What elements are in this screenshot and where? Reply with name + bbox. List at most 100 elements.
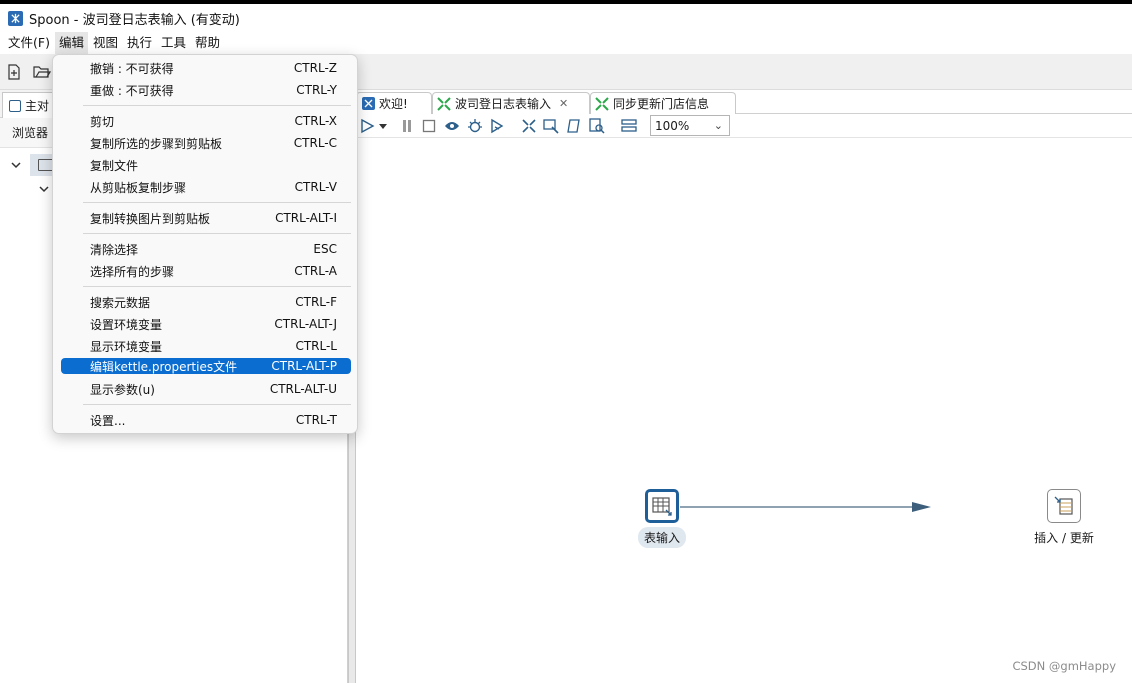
tab-active-label: 波司登日志表输入: [455, 97, 552, 111]
step-insert-update[interactable]: 插入 / 更新: [1024, 489, 1104, 548]
menu-view[interactable]: 视图: [89, 32, 122, 54]
tab-sync-store[interactable]: 同步更新门店信息: [590, 92, 736, 114]
hop-arrow-icon: [912, 502, 931, 512]
menu-separator: [83, 233, 351, 234]
menu-item-shortcut: CTRL-X: [294, 114, 337, 128]
table-input-icon[interactable]: [645, 489, 679, 523]
menu-item-settings[interactable]: 设置... CTRL-T: [61, 410, 351, 430]
search-icon: [9, 99, 21, 112]
menu-item-label: 剪切: [90, 114, 115, 129]
menu-item-edit-kettle-properties[interactable]: 编辑kettle.properties文件 CTRL-ALT-P: [61, 358, 351, 374]
menu-item-set-env[interactable]: 设置环境变量 CTRL-ALT-J: [61, 314, 351, 334]
menu-item-select-all[interactable]: 选择所有的步骤 CTRL-A: [61, 261, 351, 281]
menu-item-paste-steps[interactable]: 从剪贴板复制步骤 CTRL-V: [61, 177, 351, 197]
menu-item-label: 设置环境变量: [90, 317, 163, 332]
menu-item-label: 复制所选的步骤到剪贴板: [90, 136, 223, 151]
menu-item-clear-selection[interactable]: 清除选择 ESC: [61, 239, 351, 259]
chevron-down-icon: ⌄: [713, 119, 723, 132]
title-bar: Spoon - 波司登日志表输入 (有变动): [0, 4, 1132, 32]
menu-help[interactable]: 帮助: [191, 32, 224, 54]
menu-item-show-env[interactable]: 显示环境变量 CTRL-L: [61, 336, 351, 356]
transformation-canvas[interactable]: 表输入 插入 / 更新 CSDN @gmHappy: [356, 138, 1132, 683]
insert-update-icon[interactable]: [1047, 489, 1081, 523]
preview-eye-icon[interactable]: [443, 117, 461, 135]
menu-item-label: 从剪贴板复制步骤: [90, 180, 187, 195]
tab-welcome-label: 欢迎!: [379, 97, 408, 111]
menu-item-label: 设置...: [90, 413, 126, 428]
spoon-app-icon: [8, 10, 23, 26]
menu-item-shortcut: CTRL-Z: [293, 61, 337, 75]
menu-item-label: 编辑kettle.properties文件: [90, 359, 238, 374]
menu-item-shortcut: CTRL-ALT-J: [274, 317, 337, 331]
menu-file[interactable]: 文件(F): [4, 32, 54, 54]
menu-separator: [83, 286, 351, 287]
close-icon[interactable]: ✕: [559, 97, 568, 110]
run-options-chevron-icon[interactable]: [378, 117, 388, 135]
transformation-icon: [437, 96, 451, 111]
tab-main-objects-label: 主对: [25, 99, 50, 113]
menu-item-shortcut: CTRL-C: [293, 136, 337, 150]
tab-sync-label: 同步更新门店信息: [613, 97, 710, 111]
menu-separator: [83, 105, 351, 106]
verify-icon[interactable]: [520, 117, 538, 135]
impact-icon[interactable]: [542, 117, 560, 135]
menu-item-copy-steps[interactable]: 复制所选的步骤到剪贴板 CTRL-C: [61, 133, 351, 153]
menu-item-shortcut: CTRL-V: [294, 180, 337, 194]
menu-item-copy-file[interactable]: 复制文件: [61, 155, 351, 175]
hop-layer: [680, 502, 931, 512]
menu-item-shortcut: CTRL-ALT-I: [275, 211, 337, 225]
step-table-input[interactable]: 表输入: [635, 489, 689, 548]
menu-item-cut[interactable]: 剪切 CTRL-X: [61, 111, 351, 131]
menu-item-shortcut: CTRL-F: [295, 295, 337, 309]
zoom-value: 100%: [655, 118, 690, 133]
run-icon[interactable]: [358, 117, 376, 135]
menu-item-copy-image[interactable]: 复制转换图片到剪贴板 CTRL-ALT-I: [61, 208, 351, 228]
replay-icon[interactable]: [488, 117, 506, 135]
stop-icon[interactable]: [420, 117, 438, 135]
tree-row-child[interactable]: [38, 178, 50, 200]
chevron-down-icon[interactable]: [10, 159, 22, 171]
menu-run[interactable]: 执行: [123, 32, 156, 54]
menu-item-shortcut: CTRL-L: [295, 339, 337, 353]
window-title: Spoon - 波司登日志表输入 (有变动): [29, 12, 240, 28]
menu-separator: [83, 404, 351, 405]
open-folder-icon[interactable]: [32, 62, 52, 82]
menu-item-label: 重做 : 不可获得: [90, 83, 174, 98]
tab-transformation-active[interactable]: 波司登日志表输入 ✕: [432, 92, 590, 114]
editor-tabs: 欢迎! 波司登日志表输入 ✕ 同步更新门店信息: [356, 90, 1132, 114]
menu-item-search-metadata[interactable]: 搜索元数据 CTRL-F: [61, 292, 351, 312]
watermark-text: CSDN @gmHappy: [1012, 659, 1116, 673]
menu-bar: 文件(F) 编辑 视图 执行 工具 帮助: [0, 32, 1132, 54]
zoom-select[interactable]: 100% ⌄: [650, 115, 730, 136]
tab-welcome[interactable]: 欢迎!: [356, 92, 432, 114]
menu-item-label: 清除选择: [90, 242, 139, 257]
menu-item-label: 选择所有的步骤: [90, 264, 175, 279]
layout-icon[interactable]: [620, 117, 638, 135]
chevron-down-icon[interactable]: [38, 183, 50, 195]
explore-db-icon[interactable]: [588, 117, 606, 135]
menu-item-label: 显示参数(u): [90, 382, 155, 397]
menu-item-undo[interactable]: 撤销 : 不可获得 CTRL-Z: [61, 58, 351, 78]
menu-item-label: 撤销 : 不可获得: [90, 61, 174, 76]
menu-item-shortcut: CTRL-ALT-P: [271, 359, 337, 373]
spoon-icon: [361, 97, 375, 111]
edit-menu-dropdown: 撤销 : 不可获得 CTRL-Z 重做 : 不可获得 CTRL-Y 剪切 CTR…: [52, 54, 358, 434]
menu-item-label: 显示环境变量: [90, 339, 163, 354]
canvas-toolbar: 100% ⌄: [356, 114, 1132, 138]
sql-icon[interactable]: [565, 117, 583, 135]
menu-item-redo[interactable]: 重做 : 不可获得 CTRL-Y: [61, 80, 351, 100]
new-file-icon[interactable]: [4, 62, 24, 82]
menu-item-shortcut: CTRL-T: [295, 413, 337, 427]
pause-icon[interactable]: [398, 117, 416, 135]
menu-item-shortcut: ESC: [313, 242, 337, 256]
browser-label: 浏览器: [12, 126, 49, 140]
menu-item-show-params[interactable]: 显示参数(u) CTRL-ALT-U: [61, 379, 351, 399]
debug-icon[interactable]: [466, 117, 484, 135]
menu-edit[interactable]: 编辑: [54, 32, 88, 54]
menu-item-label: 复制文件: [90, 158, 139, 173]
menu-tools[interactable]: 工具: [157, 32, 190, 54]
transformation-icon: [595, 96, 609, 111]
tree-row-root[interactable]: [10, 154, 54, 176]
menu-item-shortcut: CTRL-A: [294, 264, 337, 278]
step-label-insert-update: 插入 / 更新: [1034, 531, 1094, 545]
